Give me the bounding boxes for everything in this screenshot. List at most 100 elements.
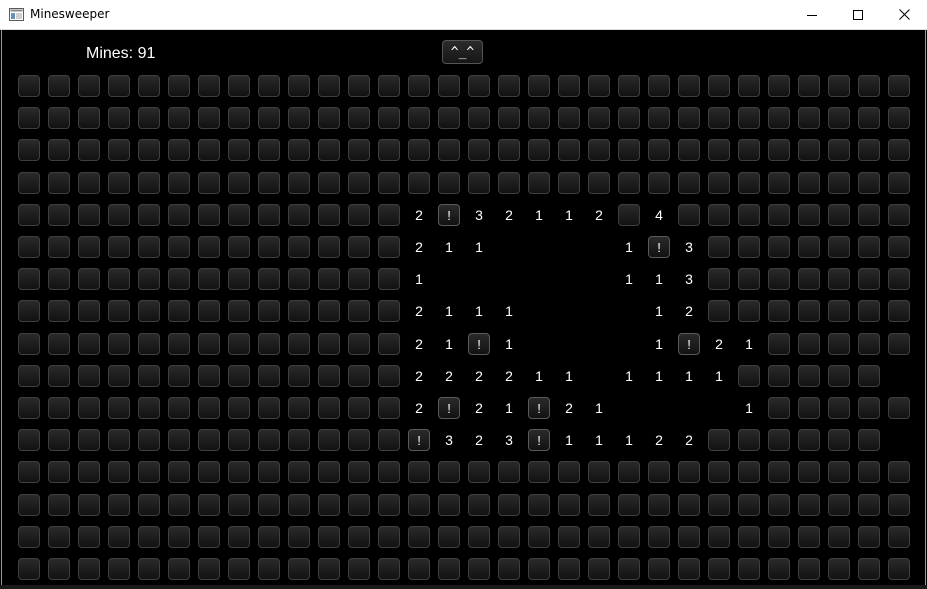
hidden-cell[interactable] [678,107,700,129]
hidden-cell[interactable] [378,236,400,258]
hidden-cell[interactable] [318,365,340,387]
hidden-cell[interactable] [138,204,160,226]
hidden-cell[interactable] [888,300,910,322]
hidden-cell[interactable] [228,429,250,451]
hidden-cell[interactable] [798,397,820,419]
hidden-cell[interactable] [798,204,820,226]
hidden-cell[interactable] [378,172,400,194]
hidden-cell[interactable] [258,75,280,97]
hidden-cell[interactable] [468,494,490,516]
hidden-cell[interactable] [258,172,280,194]
hidden-cell[interactable] [168,526,190,548]
hidden-cell[interactable] [138,429,160,451]
hidden-cell[interactable] [18,461,40,483]
hidden-cell[interactable] [498,75,520,97]
hidden-cell[interactable] [258,429,280,451]
hidden-cell[interactable] [528,172,550,194]
hidden-cell[interactable] [768,365,790,387]
hidden-cell[interactable] [18,268,40,290]
hidden-cell[interactable] [228,558,250,580]
hidden-cell[interactable] [768,236,790,258]
hidden-cell[interactable] [48,204,70,226]
hidden-cell[interactable] [558,172,580,194]
hidden-cell[interactable] [108,397,130,419]
hidden-cell[interactable] [78,429,100,451]
hidden-cell[interactable] [468,526,490,548]
hidden-cell[interactable] [888,558,910,580]
hidden-cell[interactable] [348,75,370,97]
hidden-cell[interactable] [468,558,490,580]
hidden-cell[interactable] [408,494,430,516]
hidden-cell[interactable] [678,494,700,516]
hidden-cell[interactable] [228,268,250,290]
hidden-cell[interactable] [288,429,310,451]
hidden-cell[interactable] [78,236,100,258]
hidden-cell[interactable] [138,107,160,129]
hidden-cell[interactable] [378,268,400,290]
hidden-cell[interactable] [708,139,730,161]
hidden-cell[interactable] [108,172,130,194]
hidden-cell[interactable] [168,461,190,483]
hidden-cell[interactable] [108,558,130,580]
hidden-cell[interactable] [348,429,370,451]
hidden-cell[interactable] [288,333,310,355]
hidden-cell[interactable] [738,204,760,226]
hidden-cell[interactable] [258,397,280,419]
hidden-cell[interactable] [798,139,820,161]
hidden-cell[interactable] [648,558,670,580]
hidden-cell[interactable] [678,558,700,580]
hidden-cell[interactable] [768,172,790,194]
flagged-cell[interactable]: ! [438,204,460,226]
hidden-cell[interactable] [48,107,70,129]
hidden-cell[interactable] [138,461,160,483]
hidden-cell[interactable] [588,75,610,97]
hidden-cell[interactable] [798,75,820,97]
hidden-cell[interactable] [348,397,370,419]
hidden-cell[interactable] [738,139,760,161]
flagged-cell[interactable]: ! [648,236,670,258]
hidden-cell[interactable] [798,333,820,355]
hidden-cell[interactable] [888,236,910,258]
hidden-cell[interactable] [408,139,430,161]
hidden-cell[interactable] [858,139,880,161]
hidden-cell[interactable] [828,397,850,419]
hidden-cell[interactable] [198,107,220,129]
hidden-cell[interactable] [108,107,130,129]
hidden-cell[interactable] [528,139,550,161]
hidden-cell[interactable] [738,429,760,451]
hidden-cell[interactable] [768,268,790,290]
hidden-cell[interactable] [78,75,100,97]
hidden-cell[interactable] [78,107,100,129]
hidden-cell[interactable] [588,461,610,483]
hidden-cell[interactable] [348,365,370,387]
hidden-cell[interactable] [888,526,910,548]
hidden-cell[interactable] [228,333,250,355]
hidden-cell[interactable] [198,268,220,290]
hidden-cell[interactable] [288,204,310,226]
hidden-cell[interactable] [228,494,250,516]
hidden-cell[interactable] [738,172,760,194]
hidden-cell[interactable] [18,365,40,387]
hidden-cell[interactable] [678,461,700,483]
hidden-cell[interactable] [48,429,70,451]
hidden-cell[interactable] [738,268,760,290]
hidden-cell[interactable] [258,204,280,226]
hidden-cell[interactable] [708,107,730,129]
hidden-cell[interactable] [18,397,40,419]
hidden-cell[interactable] [468,139,490,161]
hidden-cell[interactable] [828,204,850,226]
hidden-cell[interactable] [708,461,730,483]
hidden-cell[interactable] [348,494,370,516]
hidden-cell[interactable] [588,172,610,194]
hidden-cell[interactable] [708,558,730,580]
hidden-cell[interactable] [768,139,790,161]
hidden-cell[interactable] [648,494,670,516]
hidden-cell[interactable] [438,139,460,161]
hidden-cell[interactable] [78,172,100,194]
hidden-cell[interactable] [558,139,580,161]
hidden-cell[interactable] [258,268,280,290]
hidden-cell[interactable] [198,526,220,548]
hidden-cell[interactable] [78,526,100,548]
hidden-cell[interactable] [318,300,340,322]
hidden-cell[interactable] [138,236,160,258]
